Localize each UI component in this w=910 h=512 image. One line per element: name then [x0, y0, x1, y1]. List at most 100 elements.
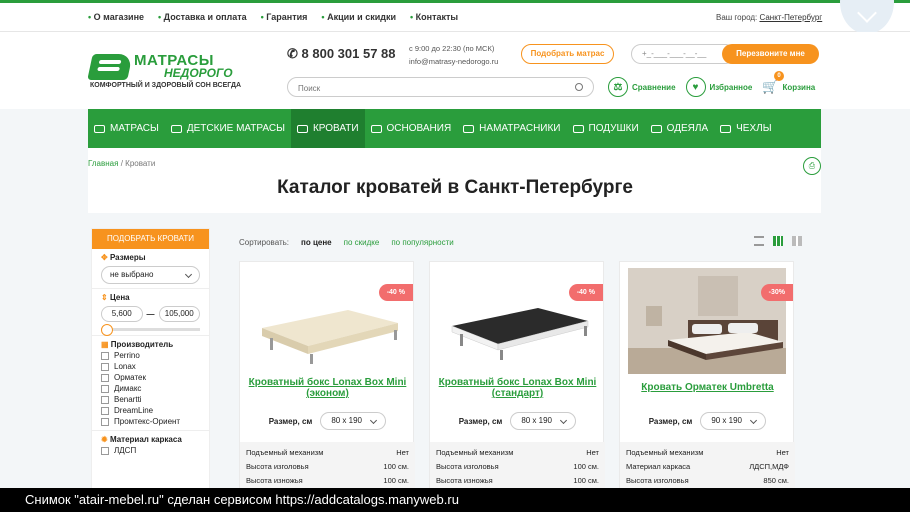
discount-badge: -40 %: [568, 284, 603, 301]
spec-value: 850 см.: [763, 476, 789, 485]
callback-phone-input[interactable]: +_-___-___-__-__: [631, 44, 735, 64]
product-title-link[interactable]: Кровать Орматек Umbretta: [626, 382, 789, 393]
spec-list: Подъемный механизм Нет Материал каркаса ЛД…: [620, 442, 795, 492]
header: МАТРАСЫ НЕДОРОГО КОМФОРТНЫЙ И ЗДОРОВЫЙ С…: [0, 32, 910, 109]
topnav-about[interactable]: О магазине: [88, 12, 144, 22]
favorites-link[interactable]: ♥ Избранное: [685, 77, 752, 97]
cart-icon: 🛒: [762, 79, 779, 94]
maker-checkbox[interactable]: Орматек: [101, 373, 200, 382]
product-title-link[interactable]: Кроватный бокс Lonax Box Mini (эконом): [246, 377, 409, 399]
maker-checkbox[interactable]: Lonax: [101, 362, 200, 371]
maker-checkbox[interactable]: DreamLine: [101, 406, 200, 415]
tile-view-icon[interactable]: [792, 236, 802, 246]
factory-icon: ▦: [101, 340, 109, 349]
spec-value: ЛДСП,МДФ: [749, 462, 789, 471]
callback-button[interactable]: Перезвоните мне: [722, 44, 819, 64]
compare-label: Сравнение: [632, 82, 676, 92]
top-nav: О магазине Доставка и оплата Гарантия Ак…: [88, 12, 458, 22]
email-text[interactable]: info@matrasy-nedorogo.ru: [409, 55, 498, 68]
spec-row: Подъемный механизм Нет: [626, 446, 789, 460]
pick-mattress-button[interactable]: Подобрать матрас: [521, 44, 614, 64]
checkbox-box: [101, 395, 109, 404]
price-max-input[interactable]: 105,000: [158, 306, 200, 322]
menu-covers[interactable]: ЧЕХЛЫ: [714, 109, 777, 148]
compare-link[interactable]: ⚖ Сравнение: [608, 77, 676, 97]
product-card[interactable]: -40 % Кроватный бокс Lonax Box Mini (ста…: [429, 261, 605, 512]
size-select[interactable]: 80 x 190: [320, 412, 387, 430]
sort-by-price[interactable]: по цене: [301, 238, 332, 247]
price-min-input[interactable]: 5,600: [101, 306, 143, 322]
product-image[interactable]: [438, 268, 596, 374]
spec-row: Подъемный механизм Нет: [436, 446, 599, 460]
product-image[interactable]: [628, 268, 786, 374]
size-select[interactable]: 80 x 190: [510, 412, 577, 430]
frame-checkbox[interactable]: ЛДСП: [101, 446, 200, 455]
city-label: Ваш город:: [716, 13, 758, 22]
spec-row: Материал каркаса ЛДСП,МДФ: [626, 460, 789, 474]
logo-line2: НЕДОРОГО: [164, 66, 233, 80]
menu-beds[interactable]: КРОВАТИ: [290, 109, 365, 148]
spec-value: 100 см.: [383, 476, 409, 485]
price-label: Цена: [109, 293, 130, 302]
price-slider[interactable]: [101, 324, 200, 336]
breadcrumb: Главная / Кровати: [88, 159, 155, 168]
menu-bases[interactable]: ОСНОВАНИЯ: [365, 109, 458, 148]
maker-name: Промтекс-Ориент: [114, 417, 181, 426]
maker-checkbox[interactable]: Димакс: [101, 384, 200, 393]
filter-header-button[interactable]: ПОДОБРАТЬ КРОВАТИ: [92, 229, 209, 249]
product-title-link[interactable]: Кроватный бокс Lonax Box Mini (стандарт): [436, 377, 599, 399]
breadcrumb-home[interactable]: Главная: [88, 159, 118, 168]
sort-by-popularity[interactable]: по популярности: [391, 238, 453, 247]
bed-icon: [296, 124, 308, 133]
sort-bar: Сортировать: по цене по скидке по популя…: [239, 238, 454, 247]
filter-price: ⇕ Цена 5,600 — 105,000: [92, 289, 209, 336]
maker-name: Димакс: [114, 384, 142, 393]
page-title: Каталог кроватей в Санкт-Петербурге: [277, 177, 633, 198]
size-select[interactable]: 90 x 190: [700, 412, 767, 430]
maker-checkbox[interactable]: Промтекс-Ориент: [101, 417, 200, 426]
maker-name: Benartti: [114, 395, 142, 404]
menu-mattresses[interactable]: МАТРАСЫ: [88, 109, 165, 148]
menu-toppers[interactable]: НАМАТРАСНИКИ: [457, 109, 566, 148]
maker-checkbox[interactable]: Benartti: [101, 395, 200, 404]
menu-blankets[interactable]: ОДЕЯЛА: [645, 109, 714, 148]
topnav-warranty[interactable]: Гарантия: [261, 12, 307, 22]
size-select[interactable]: не выбрано: [101, 266, 200, 284]
spec-name: Подъемный механизм: [626, 448, 704, 457]
search-input[interactable]: [298, 84, 558, 93]
grid-view-icon[interactable]: [773, 236, 783, 246]
size-label: Размер, см: [458, 416, 503, 426]
checkbox-box: [101, 351, 109, 360]
menu-label: ОДЕЯЛА: [666, 123, 709, 134]
cart-link[interactable]: 🛒 Корзина: [762, 79, 815, 95]
logo[interactable]: МАТРАСЫ НЕДОРОГО КОМФОРТНЫЙ И ЗДОРОВЫЙ С…: [87, 52, 241, 92]
menu-label: ЧЕХЛЫ: [736, 123, 772, 134]
topnav-delivery[interactable]: Доставка и оплата: [158, 12, 247, 22]
menu-kids-mattresses[interactable]: ДЕТСКИЕ МАТРАСЫ: [165, 109, 291, 148]
contact-hours: с 9:00 до 22:30 (по МСК) info@matrasy-ne…: [409, 42, 498, 68]
menu-pillows[interactable]: ПОДУШКИ: [567, 109, 645, 148]
size-row: Размер, см 90 x 190: [620, 412, 795, 430]
menu-label: КРОВАТИ: [312, 123, 359, 134]
topnav-promos[interactable]: Акции и скидки: [321, 12, 396, 22]
menu-label: МАТРАСЫ: [110, 123, 159, 134]
spec-name: Высота изголовья: [436, 462, 499, 471]
spec-row: Высота изножья 100 см.: [246, 474, 409, 488]
print-icon[interactable]: ⎙: [803, 157, 821, 175]
filter-size: ✥ Размеры не выбрано: [92, 249, 209, 289]
breadcrumb-current: Кровати: [125, 159, 156, 168]
spec-value: 100 см.: [573, 476, 599, 485]
search-icon[interactable]: [575, 83, 583, 91]
product-card[interactable]: -30% Кровать Орматек Umbretta Размер, см…: [619, 261, 795, 512]
price-range: 5,600 — 105,000: [101, 306, 200, 322]
discount-badge: -30%: [760, 284, 793, 301]
phone-number[interactable]: ✆ 8 800 301 57 88: [287, 46, 396, 62]
product-image[interactable]: [248, 268, 406, 374]
list-view-icon[interactable]: [754, 236, 764, 246]
spec-value: Нет: [586, 448, 599, 457]
city-link[interactable]: Санкт-Петербург: [759, 13, 822, 22]
sort-by-discount[interactable]: по скидке: [344, 238, 380, 247]
maker-checkbox[interactable]: Perrino: [101, 351, 200, 360]
topnav-contacts[interactable]: Контакты: [410, 12, 458, 22]
product-card[interactable]: -40 % Кроватный бокс Lonax Box Mini (эко…: [239, 261, 415, 512]
